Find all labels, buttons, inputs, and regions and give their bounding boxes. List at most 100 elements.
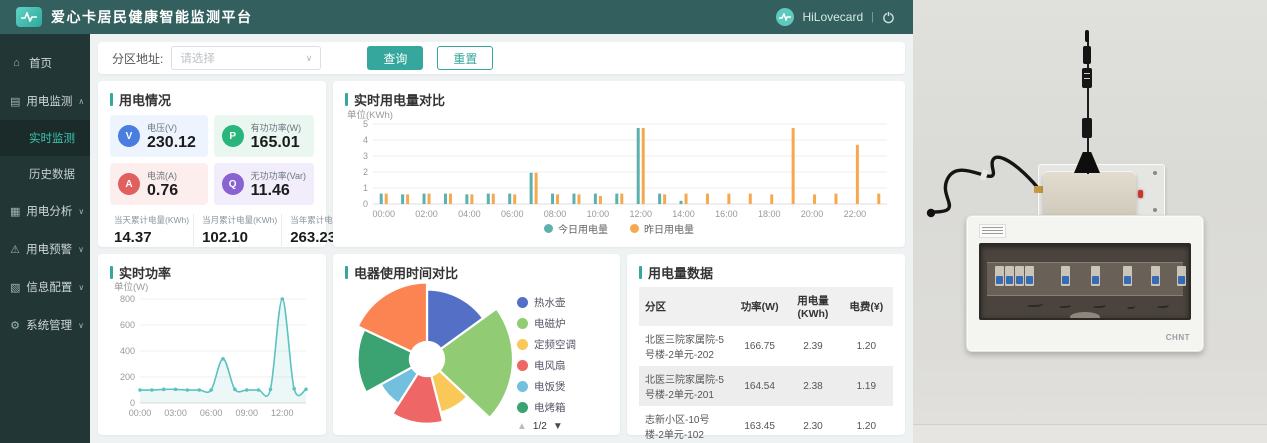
app-root: 爱心卡居民健康智能监测平台 HiLovecard | ⌂首页▤用电监测∧实时监测… [0,0,1267,443]
svg-text:09:00: 09:00 [235,408,258,418]
app-title: 爱心卡居民健康智能监测平台 [51,7,253,27]
stat-label: 电流(A) [147,169,178,182]
label-sticker [979,224,1006,238]
table-cell: 166.75 [733,326,786,366]
sidebar-item-label: 用电分析 [26,203,72,219]
svg-text:200: 200 [120,372,135,382]
table-column-header: 用电量(KWh) [786,287,839,326]
table-cell: 1.20 [840,406,893,443]
chevron-down-icon: ∨ [78,207,84,216]
pie-legend-item[interactable]: 电风扇 [517,358,608,373]
indicator-led [1138,190,1143,198]
power-alert-icon: ⚠ [10,243,20,256]
table-row[interactable]: 北医三院家属院-5号楼-2单元-201164.542.381.19 [639,366,893,406]
pie-legend-label: 热水壶 [534,295,566,310]
sidebar-item-5[interactable]: ▧信息配置∨ [0,268,90,306]
cumulative-total-1: 当天累计电量(KWh)14.37 [110,214,193,246]
sidebar-subitem-2[interactable]: 历史数据 [0,156,90,192]
stat-value: 11.46 [251,182,306,200]
chevron-up-icon: ∧ [78,97,84,106]
pie-legend-item[interactable]: 电饭煲 [517,379,608,394]
cumulative-label: 当月累计电量(KWh) [202,214,277,226]
sidebar-item-2[interactable]: ▤用电监测∧ [0,82,90,120]
svg-text:03:00: 03:00 [164,408,187,418]
divider: | [871,11,874,23]
sidebar-item-3[interactable]: ▦用电分析∨ [0,192,90,230]
legend-item[interactable]: 今日用电量 [544,221,608,236]
antenna-segment [1083,46,1091,64]
pie-legend-item[interactable]: 电磁炉 [517,316,608,331]
svg-text:800: 800 [120,294,135,304]
pie-legend-label: 定频空调 [534,337,576,352]
realtime-power-title: 实时功率 [110,263,314,281]
svg-text:12:00: 12:00 [271,408,294,418]
pie-legend-dot [517,318,528,329]
pie-legend-item[interactable]: 热水壶 [517,295,608,310]
user-name[interactable]: HiLovecard [802,10,863,24]
stat-label: 电压(V) [147,121,196,134]
sidebar-item-label: 用电预警 [26,241,72,257]
table-cell: 1.19 [840,366,893,406]
screw [1153,171,1157,175]
table-column-header: 电费(¥) [840,287,893,326]
legend-label: 今日用电量 [558,221,608,236]
sidebar: ⌂首页▤用电监测∧实时监测历史数据▦用电分析∨⚠用电预警∨▧信息配置∨⚙系统管理… [0,34,90,443]
legend-page-indicator: 1/2 [533,421,547,432]
sidebar-subitem-1[interactable]: 实时监测 [0,120,90,156]
meter-brand-label: CHNT [1166,333,1190,342]
sidebar-submenu: 实时监测历史数据 [0,120,90,192]
appliance-rose-chart [345,283,517,435]
pie-legend-item[interactable]: 定频空调 [517,337,608,352]
stat-tiles: V电压(V)230.12P有功功率(W)165.01A电流(A)0.76Q无功功… [110,115,314,205]
district-select[interactable]: 请选择 ∨ [171,46,321,70]
user-avatar-icon[interactable] [776,8,794,26]
sidebar-item-1[interactable]: ⌂首页 [0,44,90,82]
sidebar-item-4[interactable]: ⚠用电预警∨ [0,230,90,268]
sidebar-item-6[interactable]: ⚙系统管理∨ [0,306,90,344]
svg-text:单位(KWh): 单位(KWh) [347,109,393,121]
reset-button[interactable]: 重置 [437,46,493,70]
telemetry-box [1043,171,1136,218]
svg-text:18:00: 18:00 [758,209,781,219]
pie-legend: 热水壶电磁炉定频空调电风扇电饭煲电烤箱 ▲ 1/2 ▼ [517,283,608,435]
pulse-logo-icon [16,7,42,27]
table-cell: 1.20 [840,326,893,366]
legend-page-up-icon[interactable]: ▲ [517,421,527,432]
svg-text:2: 2 [363,167,368,177]
legend-page-down-icon[interactable]: ▼ [553,421,563,432]
info-config-icon: ▧ [10,281,20,294]
pie-legend-dot [517,360,528,371]
bar-chart-legend: 今日用电量 昨日用电量 [345,221,893,236]
svg-text:20:00: 20:00 [801,209,824,219]
usage-compare-bar-chart: 012345单位(KWh)00:0002:0004:0006:0008:0010… [345,108,893,220]
svg-text:02:00: 02:00 [415,209,438,219]
logout-power-icon[interactable] [882,11,895,24]
svg-text:3: 3 [363,151,368,161]
appliance-time-title: 电器使用时间对比 [345,263,608,281]
realtime-power-line-chart: 0200400600800单位(W)00:0003:0006:0009:0012… [110,281,314,419]
query-button[interactable]: 查询 [367,46,423,70]
system-manage-icon: ⚙ [10,319,20,332]
table-row[interactable]: 志新小区-10号楼-2单元-102163.452.301.20 [639,406,893,443]
stat-label: 有功功率(W) [251,121,302,134]
svg-text:16:00: 16:00 [715,209,738,219]
usage-compare-title: 实时用电量对比 [345,90,893,108]
table-cell: 163.45 [733,406,786,443]
sidebar-item-label: 首页 [29,55,84,71]
pie-legend-label: 电烤箱 [534,400,566,415]
stat-tile-1: V电压(V)230.12 [110,115,208,157]
svg-text:0: 0 [363,199,368,209]
card-power-status: 用电情况 V电压(V)230.12P有功功率(W)165.01A电流(A)0.7… [98,81,326,247]
stat-value: 230.12 [147,134,196,152]
pie-legend-dot [517,402,528,413]
body: ⌂首页▤用电监测∧实时监测历史数据▦用电分析∨⚠用电预警∨▧信息配置∨⚙系统管理… [0,34,913,443]
pie-legend-dot [517,381,528,392]
cumulative-label: 当天累计电量(KWh) [114,214,189,226]
wall-baseboard [913,424,1267,443]
svg-text:00:00: 00:00 [372,209,395,219]
legend-item[interactable]: 昨日用电量 [630,221,694,236]
table-row[interactable]: 北医三院家属院-5号楼-2单元-202166.752.391.20 [639,326,893,366]
pie-legend-label: 电饭煲 [534,379,566,394]
pie-legend-item[interactable]: 电烤箱 [517,400,608,415]
svg-text:单位(W): 单位(W) [114,281,148,293]
